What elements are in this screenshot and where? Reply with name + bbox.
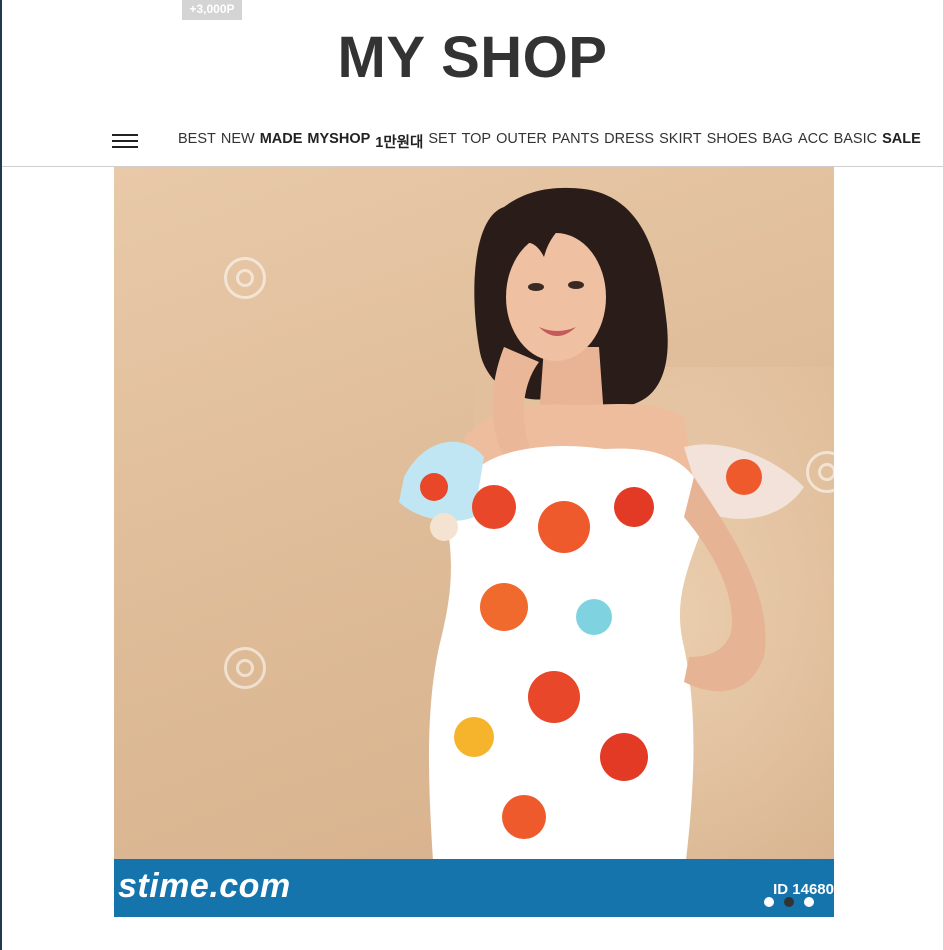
model-in-floral-dress-illustration [399,187,804,877]
nav-item-set[interactable]: SET [428,131,456,152]
main-navigation: BEST NEW MADE MYSHOP 1만원대 SET TOP OUTER … [2,118,943,167]
nav-item-best[interactable]: BEST [178,131,216,152]
shop-logo[interactable]: MY SHOP [2,24,943,91]
slide-dot-2[interactable] [784,897,794,907]
watermark-id: ID 14680 [773,881,834,898]
nav-item-sale[interactable]: SALE [882,131,921,152]
nav-item-10000won[interactable]: 1만원대 [375,131,423,152]
hamburger-icon[interactable] [112,132,138,150]
nav-item-bag[interactable]: BAG [762,131,793,152]
nav-item-new[interactable]: NEW [221,131,255,152]
watermark-logo-icon [224,647,266,689]
nav-item-pants[interactable]: PANTS [552,131,599,152]
nav-item-dress[interactable]: DRESS [604,131,654,152]
watermark-text: stime.com [118,867,291,905]
slide-dot-1[interactable] [764,897,774,907]
category-menu: BEST NEW MADE MYSHOP 1만원대 SET TOP OUTER … [178,131,921,152]
page: +3,000P MY SHOP BEST NEW MADE MYSHOP 1만원… [0,0,944,950]
nav-item-shoes[interactable]: SHOES [707,131,758,152]
nav-item-acc[interactable]: ACC [798,131,829,152]
nav-item-basic[interactable]: BASIC [834,131,878,152]
nav-item-skirt[interactable]: SKIRT [659,131,701,152]
nav-item-outer[interactable]: OUTER [496,131,547,152]
watermark-strip: stime.com ID 14680 [114,859,834,917]
nav-item-myshop[interactable]: MYSHOP [307,131,370,152]
nav-item-top[interactable]: TOP [462,131,492,152]
slide-indicators [764,897,814,907]
nav-item-made[interactable]: MADE [260,131,303,152]
watermark-logo-icon [224,257,266,299]
points-badge[interactable]: +3,000P [182,0,242,20]
hero-banner[interactable]: stime.com ID 14680 [114,167,834,917]
slide-dot-3[interactable] [804,897,814,907]
